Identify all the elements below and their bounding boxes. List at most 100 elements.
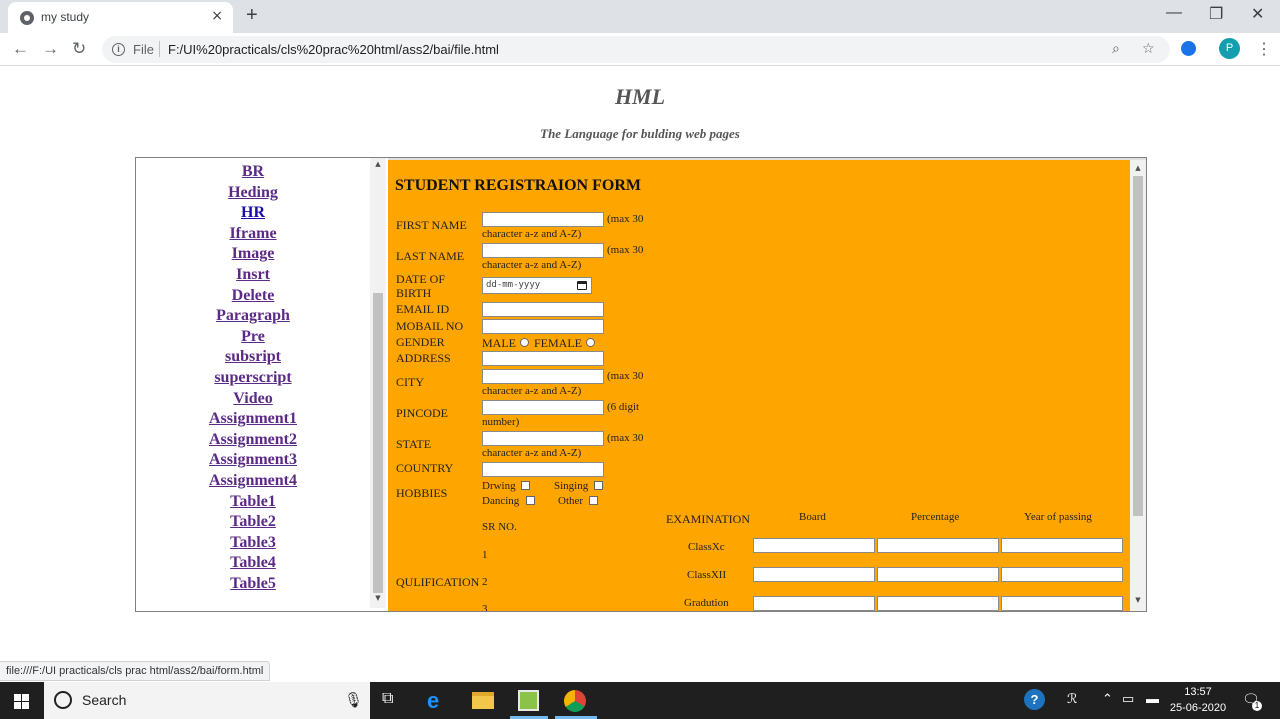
nav-link-pre[interactable]: Pre [136,327,370,348]
zoom-icon[interactable]: ⌕ [1112,41,1120,57]
new-tab-button[interactable]: + [246,4,258,27]
last-name-label: LAST NAME [396,249,465,263]
first-name-hint: (max 30 [607,213,644,225]
dob-label-cont: BIRTH [396,286,432,300]
tab-strip: my study × + — ❐ ✕ [0,0,1280,33]
nav-link-superscript[interactable]: superscript [136,368,370,389]
city-field[interactable] [482,369,604,384]
nav-link-table2[interactable]: Table2 [136,512,370,533]
scroll-thumb[interactable] [1133,176,1143,516]
task-view-icon[interactable]: ⧉ [382,690,393,708]
last-name-field[interactable] [482,243,604,258]
battery-icon[interactable]: ▬ [1146,691,1159,706]
back-icon[interactable]: ← [12,39,29,59]
nav-link-assignment1[interactable]: Assignment1 [136,409,370,430]
nav-link-assignment4[interactable]: Assignment4 [136,471,370,492]
address-bar[interactable]: i File F:/UI%20practicals/cls%20prac%20h… [102,36,1170,63]
hobby-other-checkbox[interactable] [589,496,598,505]
row1-year-field[interactable] [1001,538,1123,553]
scroll-up-icon[interactable]: ▲ [1130,164,1146,172]
email-label: EMAIL ID [396,302,450,316]
reload-icon[interactable]: ↻ [72,39,86,59]
gender-female-radio[interactable] [586,338,595,347]
country-label: COUNTRY [396,461,454,475]
email-field[interactable] [482,302,604,317]
people-icon[interactable]: ℛ [1067,691,1077,707]
row2-percentage-field[interactable] [877,567,999,582]
help-icon[interactable]: ? [1024,689,1045,710]
chrome-icon[interactable] [564,690,586,712]
mobile-label: MOBAIL NO [396,319,464,333]
scroll-down-icon[interactable]: ▼ [1130,596,1146,604]
info-icon[interactable]: i [112,43,125,56]
nav-link-iframe[interactable]: Iframe [136,224,370,245]
menu-icon[interactable]: ⋮ [1256,39,1272,59]
calendar-icon[interactable] [577,281,587,290]
form-title: STUDENT REGISTRAION FORM [395,177,641,194]
file-explorer-icon[interactable] [472,692,494,709]
dob-field[interactable]: dd-mm-yyyy [482,277,592,294]
network-icon[interactable]: ▭ [1122,691,1134,707]
row3-board-field[interactable] [753,596,875,611]
nav-link-table3[interactable]: Table3 [136,533,370,554]
url-text[interactable]: F:/UI%20practicals/cls%20prac%20html/ass… [168,42,499,57]
browser-tab[interactable]: my study × [8,2,233,33]
close-window-icon[interactable]: ✕ [1251,4,1264,24]
star-icon[interactable]: ☆ [1142,41,1155,57]
paint-icon[interactable] [518,690,539,711]
windows-start-icon[interactable] [14,694,29,709]
nav-link-hr[interactable]: HR [136,203,370,224]
nav-link-table1[interactable]: Table1 [136,492,370,513]
hobby-dancing-checkbox[interactable] [526,496,535,505]
nav-link-delete[interactable]: Delete [136,286,370,307]
row2-board-field[interactable] [753,567,875,582]
nav-link-table4[interactable]: Table4 [136,553,370,574]
nav-link-video[interactable]: Video [136,389,370,410]
cortana-icon [54,691,72,709]
row1-board-field[interactable] [753,538,875,553]
nav-scrollbar[interactable]: ▲ ▼ [370,158,386,608]
form-scrollbar[interactable]: ▲ ▼ [1130,160,1146,611]
gender-male-radio[interactable] [520,338,529,347]
forward-icon[interactable]: → [42,39,59,59]
state-field[interactable] [482,431,604,446]
scroll-thumb[interactable] [373,293,383,593]
nav-link-br[interactable]: BR [136,162,370,183]
scroll-up-icon[interactable]: ▲ [370,160,386,168]
clock[interactable]: 13:57 25-06-2020 [1166,684,1230,716]
row-sr-1: 1 [482,549,488,561]
first-name-field[interactable] [482,212,604,227]
extension-icon[interactable] [1181,41,1196,56]
restore-icon[interactable]: ❐ [1209,4,1223,24]
chevron-up-icon[interactable]: ⌃ [1102,691,1113,707]
hobby-singing-checkbox[interactable] [594,481,603,490]
nav-link-heding[interactable]: Heding [136,183,370,204]
row3-year-field[interactable] [1001,596,1123,611]
nav-link-table5[interactable]: Table5 [136,574,370,595]
nav-link-assignment2[interactable]: Assignment2 [136,430,370,451]
nav-link-insrt[interactable]: Insrt [136,265,370,286]
nav-link-paragraph[interactable]: Paragraph [136,306,370,327]
qualification-label: QULIFICATION [396,575,480,589]
row1-percentage-field[interactable] [877,538,999,553]
mobile-field[interactable] [482,319,604,334]
nav-link-assignment3[interactable]: Assignment3 [136,450,370,471]
taskbar-search[interactable]: Search 🎙 [44,682,370,719]
hobby-drawing-checkbox[interactable] [521,481,530,490]
nav-link-subsript[interactable]: subsript [136,347,370,368]
url-scheme: File [133,42,154,57]
country-field[interactable] [482,462,604,477]
scroll-down-icon[interactable]: ▼ [370,594,386,602]
avatar[interactable]: P [1219,38,1240,59]
row3-percentage-field[interactable] [877,596,999,611]
pincode-hint-cont: number) [482,416,520,428]
microphone-icon[interactable]: 🎙 [344,691,363,709]
tab-close-icon[interactable]: × [211,8,223,24]
state-label: STATE [396,437,432,451]
nav-link-image[interactable]: Image [136,244,370,265]
edge-icon[interactable]: e [427,688,451,713]
pincode-field[interactable] [482,400,604,415]
minimize-icon[interactable]: — [1166,4,1182,22]
address-field[interactable] [482,351,604,366]
row2-year-field[interactable] [1001,567,1123,582]
